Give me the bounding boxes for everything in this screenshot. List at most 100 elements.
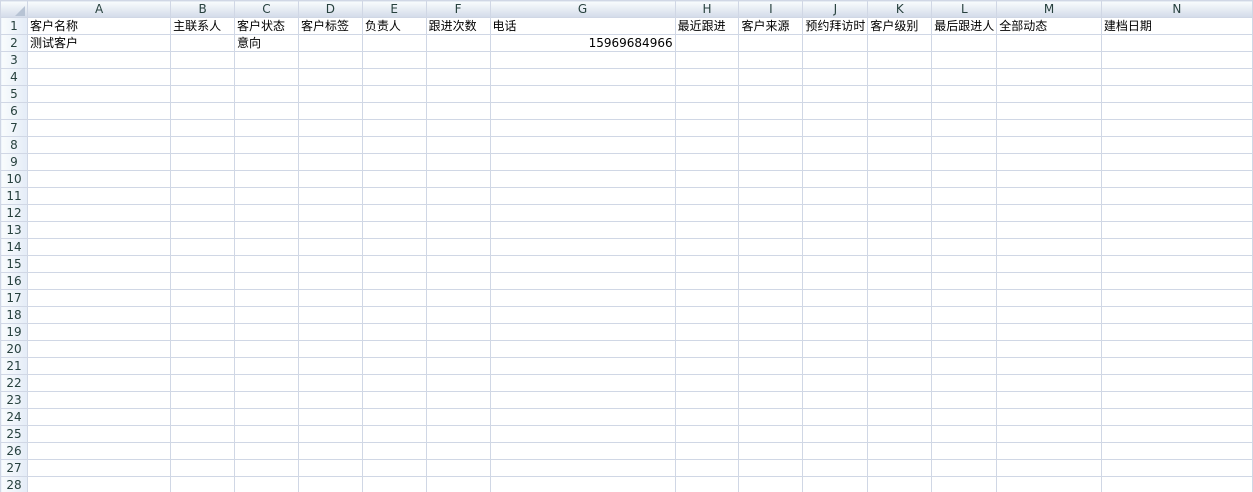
cell-i8[interactable] xyxy=(738,136,804,154)
cell-k19[interactable] xyxy=(867,323,933,341)
cell-d6[interactable] xyxy=(297,102,363,120)
cell-c24[interactable] xyxy=(234,408,299,426)
cell-e18[interactable] xyxy=(361,306,427,324)
column-header-g[interactable]: G xyxy=(489,0,676,18)
cell-n23[interactable] xyxy=(1100,391,1253,409)
cell-b7[interactable] xyxy=(170,119,236,137)
row-header[interactable]: 23 xyxy=(0,391,28,409)
column-header-j[interactable]: J xyxy=(802,0,869,18)
cell-i19[interactable] xyxy=(738,323,804,341)
cell-g17[interactable] xyxy=(489,289,676,307)
row-header[interactable]: 1 xyxy=(0,17,28,35)
cell-c11[interactable] xyxy=(234,187,299,205)
cell-n14[interactable] xyxy=(1100,238,1253,256)
column-header-h[interactable]: H xyxy=(674,0,740,18)
cell-j5[interactable] xyxy=(802,85,869,103)
cell-c8[interactable] xyxy=(234,136,299,154)
cell-b3[interactable] xyxy=(170,51,236,69)
cell-j12[interactable] xyxy=(802,204,869,222)
cell-n9[interactable] xyxy=(1100,153,1253,171)
cell-h28[interactable] xyxy=(674,476,740,492)
cell-e11[interactable] xyxy=(361,187,427,205)
cell-k15[interactable] xyxy=(867,255,933,273)
cell-b20[interactable] xyxy=(170,340,236,358)
cell-k9[interactable] xyxy=(867,153,933,171)
cell-n21[interactable] xyxy=(1100,357,1253,375)
cell-h3[interactable] xyxy=(674,51,740,69)
cell-b21[interactable] xyxy=(170,357,236,375)
cell-e25[interactable] xyxy=(361,425,427,443)
cell-b10[interactable] xyxy=(170,170,236,188)
cell-m7[interactable] xyxy=(996,119,1102,137)
cell-m28[interactable] xyxy=(996,476,1102,492)
cell-h13[interactable] xyxy=(674,221,740,239)
cell-l7[interactable] xyxy=(931,119,998,137)
cell-h2[interactable] xyxy=(674,34,740,52)
cell-e9[interactable] xyxy=(361,153,427,171)
cell-j9[interactable] xyxy=(802,153,869,171)
cell-g12[interactable] xyxy=(489,204,676,222)
cell-l16[interactable] xyxy=(931,272,998,290)
cell-g24[interactable] xyxy=(489,408,676,426)
cell-n13[interactable] xyxy=(1100,221,1253,239)
cell-h21[interactable] xyxy=(674,357,740,375)
cell-d26[interactable] xyxy=(297,442,363,460)
cell-k3[interactable] xyxy=(867,51,933,69)
cell-h26[interactable] xyxy=(674,442,740,460)
cell-l8[interactable] xyxy=(931,136,998,154)
cell-b18[interactable] xyxy=(170,306,236,324)
cell-i10[interactable] xyxy=(738,170,804,188)
cell-i25[interactable] xyxy=(738,425,804,443)
cell-d2[interactable] xyxy=(297,34,363,52)
column-header-l[interactable]: L xyxy=(931,0,998,18)
cell-i28[interactable] xyxy=(738,476,804,492)
cell-h22[interactable] xyxy=(674,374,740,392)
cell-j27[interactable] xyxy=(802,459,869,477)
column-header-k[interactable]: K xyxy=(867,0,933,18)
cell-m19[interactable] xyxy=(996,323,1102,341)
cell-f5[interactable] xyxy=(425,85,491,103)
cell-b12[interactable] xyxy=(170,204,236,222)
cell-m9[interactable] xyxy=(996,153,1102,171)
row-header[interactable]: 2 xyxy=(0,34,28,52)
cell-n4[interactable] xyxy=(1100,68,1253,86)
cell-i26[interactable] xyxy=(738,442,804,460)
cell-g13[interactable] xyxy=(489,221,676,239)
cell-e27[interactable] xyxy=(361,459,427,477)
cell-m11[interactable] xyxy=(996,187,1102,205)
cell-a4[interactable] xyxy=(26,68,172,86)
cell-l17[interactable] xyxy=(931,289,998,307)
cell-a27[interactable] xyxy=(26,459,172,477)
cell-i9[interactable] xyxy=(738,153,804,171)
cell-c22[interactable] xyxy=(234,374,299,392)
row-header[interactable]: 8 xyxy=(0,136,28,154)
cell-d5[interactable] xyxy=(297,85,363,103)
cell-j28[interactable] xyxy=(802,476,869,492)
cell-d28[interactable] xyxy=(297,476,363,492)
cell-a16[interactable] xyxy=(26,272,172,290)
cell-k26[interactable] xyxy=(867,442,933,460)
cell-l5[interactable] xyxy=(931,85,998,103)
cell-c12[interactable] xyxy=(234,204,299,222)
cell-l27[interactable] xyxy=(931,459,998,477)
cell-f22[interactable] xyxy=(425,374,491,392)
cell-f12[interactable] xyxy=(425,204,491,222)
cell-b22[interactable] xyxy=(170,374,236,392)
cell-k4[interactable] xyxy=(867,68,933,86)
cell-m24[interactable] xyxy=(996,408,1102,426)
cell-g14[interactable] xyxy=(489,238,676,256)
row-header[interactable]: 21 xyxy=(0,357,28,375)
cell-j1[interactable]: 预约拜访时 xyxy=(802,17,869,35)
cell-d10[interactable] xyxy=(297,170,363,188)
row-header[interactable]: 6 xyxy=(0,102,28,120)
cell-g8[interactable] xyxy=(489,136,676,154)
cell-b23[interactable] xyxy=(170,391,236,409)
cell-g1[interactable]: 电话 xyxy=(489,17,676,35)
cell-l19[interactable] xyxy=(931,323,998,341)
cell-a12[interactable] xyxy=(26,204,172,222)
cell-i22[interactable] xyxy=(738,374,804,392)
cell-g22[interactable] xyxy=(489,374,676,392)
cell-f17[interactable] xyxy=(425,289,491,307)
row-header[interactable]: 20 xyxy=(0,340,28,358)
cell-d21[interactable] xyxy=(297,357,363,375)
